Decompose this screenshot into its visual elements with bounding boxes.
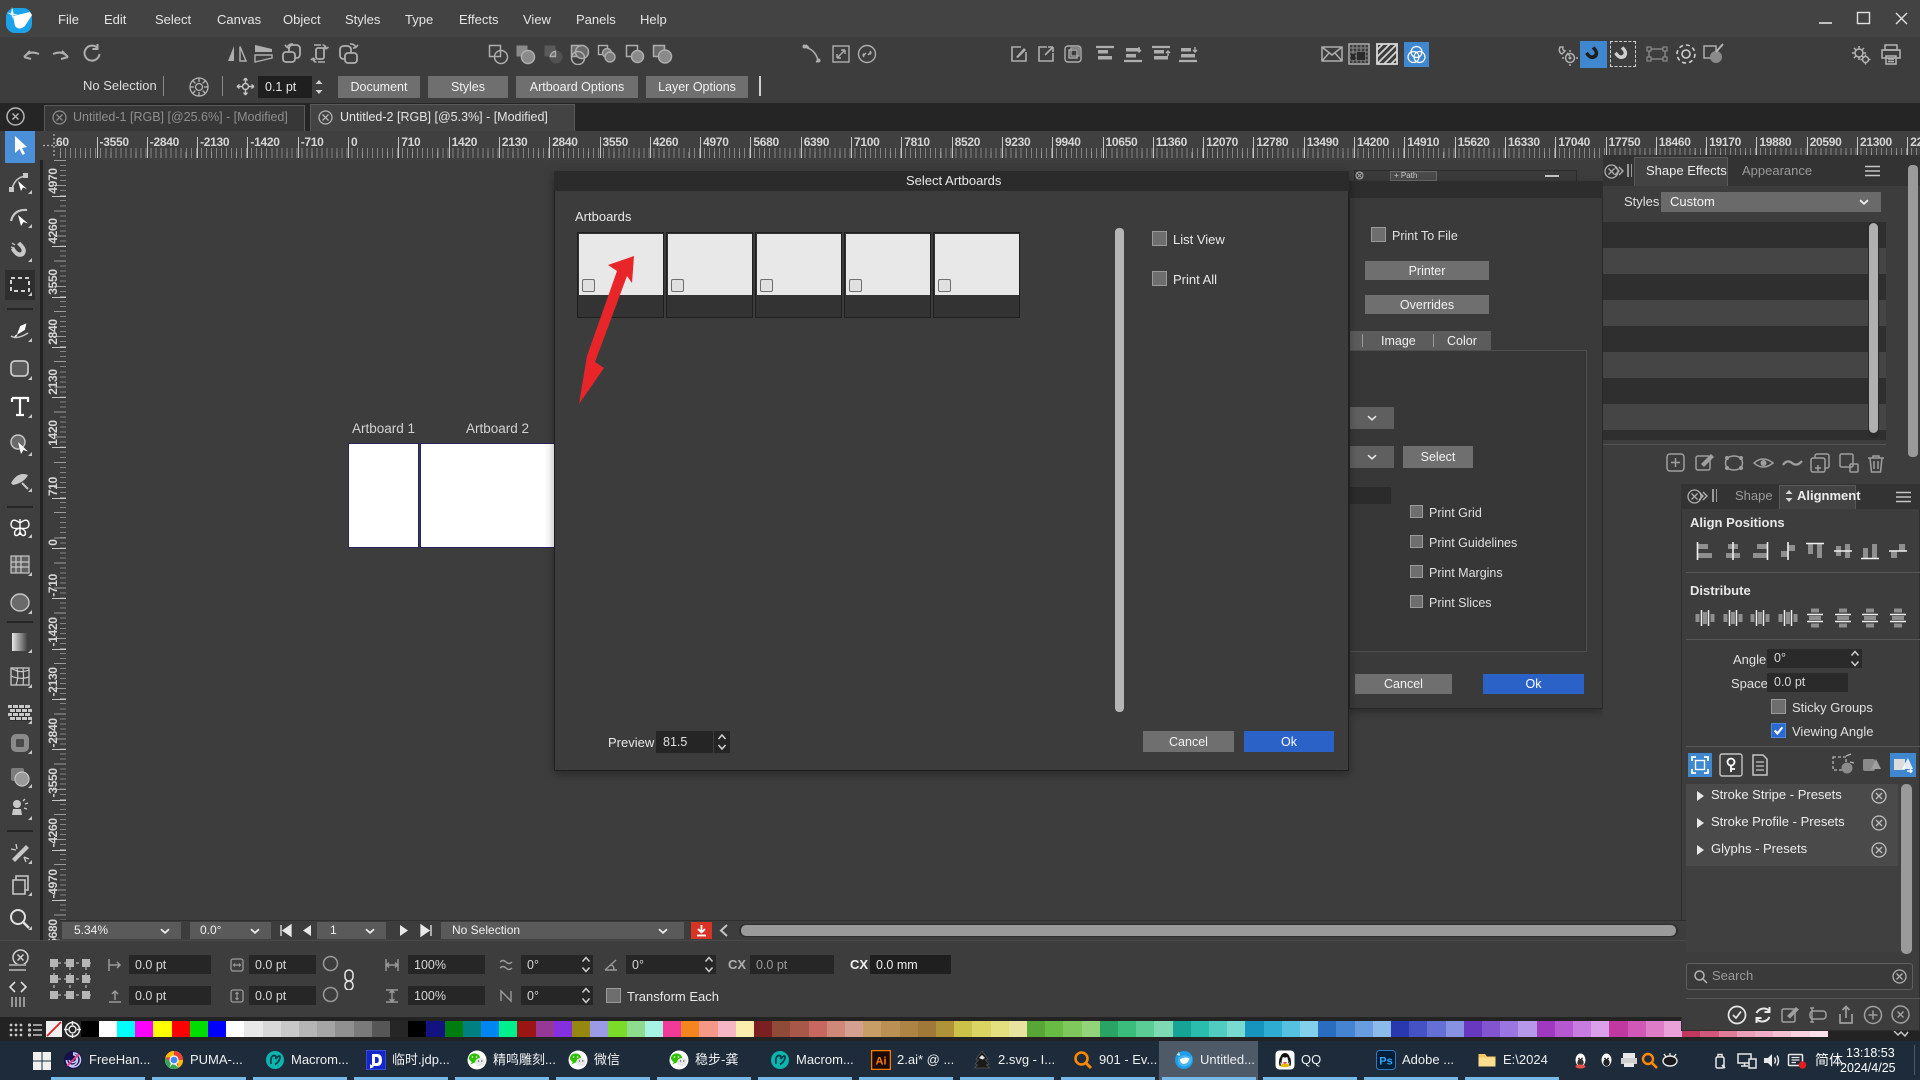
svg-text:Ps: Ps: [1379, 1056, 1392, 1068]
svg-text:Ai: Ai: [876, 1056, 887, 1068]
